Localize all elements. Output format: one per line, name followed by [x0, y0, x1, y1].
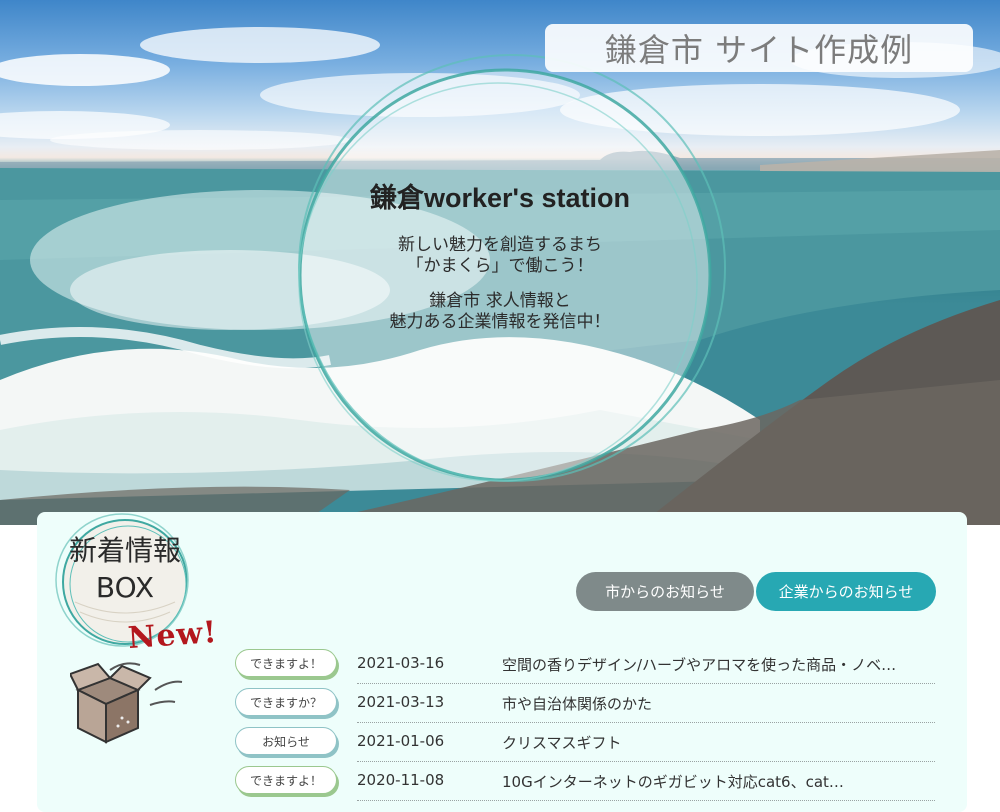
hero-line-3: 鎌倉市 求人情報と: [429, 291, 571, 311]
tab-company-news[interactable]: 企業からのお知らせ: [756, 572, 936, 611]
site-title: 鎌倉市 サイト作成例: [604, 31, 914, 69]
row-divider: [357, 683, 935, 684]
news-date: 2021-03-13: [357, 693, 445, 711]
news-badge-line1: 新着情報: [68, 534, 181, 567]
news-date: 2021-01-06: [357, 732, 445, 750]
tab-city-news[interactable]: 市からのお知らせ: [576, 572, 754, 611]
box-icon: [70, 662, 183, 744]
news-title-link[interactable]: 空間の香りデザイン/ハーブやアロマを使った商品・ノベ…: [502, 654, 932, 675]
news-title-link[interactable]: クリスマスギフト: [502, 732, 932, 753]
news-date: 2021-03-16: [357, 654, 445, 672]
news-tag: できますか？: [235, 688, 337, 716]
news-title-link[interactable]: 10Gインターネットのギガビット対応cat6、cat…: [502, 771, 932, 792]
hero-line-2: 「かまくら」で働こう！: [406, 256, 594, 276]
news-item[interactable]: できますよ！ 2021-03-16 空間の香りデザイン/ハーブやアロマを使った商…: [235, 646, 935, 684]
news-date: 2020-11-08: [357, 771, 445, 789]
hero-line-1: 新しい魅力を創造するまち: [398, 235, 602, 255]
news-tag: できますよ！: [235, 649, 337, 677]
news-tag: お知らせ: [235, 727, 337, 755]
news-badge-text: 新着情報 BOX: [50, 532, 200, 606]
news-tag: できますよ！: [235, 766, 337, 794]
site-title-box: 鎌倉市 サイト作成例: [545, 24, 973, 72]
hero-line-4: 魅力ある企業情報を発信中！: [389, 312, 611, 332]
new-label: New!: [126, 614, 219, 657]
row-divider: [357, 761, 935, 762]
news-title-link[interactable]: 市や自治体関係のかた: [502, 693, 932, 714]
hero-title: 鎌倉worker's station: [370, 183, 630, 213]
hero-banner: 鎌倉市 サイト作成例 鎌倉worker's station 新しい魅力を創造する…: [0, 0, 1000, 525]
news-item[interactable]: できますか？ 2021-03-13 市や自治体関係のかた: [235, 685, 935, 723]
news-item[interactable]: お知らせ 2021-01-06 クリスマスギフト: [235, 724, 935, 762]
row-divider: [357, 800, 935, 801]
row-divider: [357, 722, 935, 723]
news-badge-line2: BOX: [95, 571, 155, 604]
news-item[interactable]: できますよ！ 2020-11-08 10Gインターネットのギガビット対応cat6…: [235, 763, 935, 801]
hero-text: 鎌倉worker's station 新しい魅力を創造するまち 「かまくら」で働…: [320, 176, 680, 333]
